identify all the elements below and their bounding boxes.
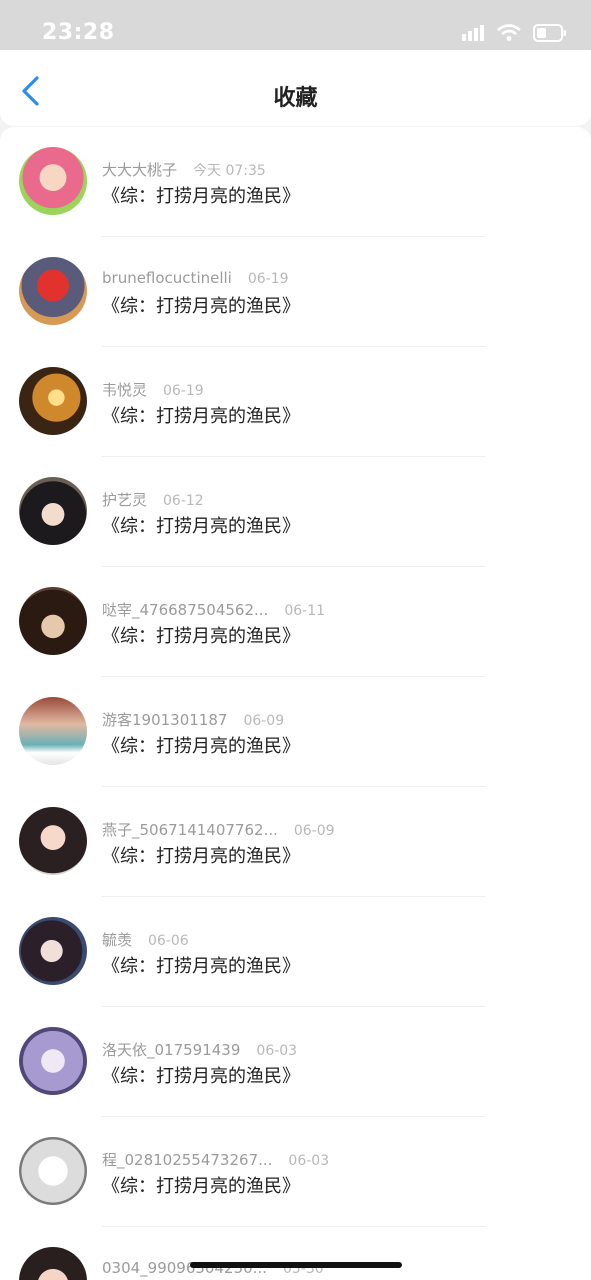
list-item[interactable]: 洛天依_017591439 06-03 《综：打捞月亮的渔民》 bbox=[0, 1007, 591, 1117]
username[interactable]: 程_02810255473267... bbox=[102, 1151, 272, 1169]
username[interactable]: 护艺灵 bbox=[102, 491, 147, 509]
avatar[interactable] bbox=[19, 1247, 87, 1280]
username[interactable]: 洛天依_017591439 bbox=[102, 1041, 240, 1059]
avatar[interactable] bbox=[19, 1137, 87, 1205]
timestamp: 06-09 bbox=[293, 823, 335, 839]
timestamp: 06-03 bbox=[288, 1153, 330, 1169]
avatar[interactable] bbox=[19, 147, 87, 215]
list-item[interactable]: 燕子_5067141407762... 06-09 《综：打捞月亮的渔民》 bbox=[0, 787, 591, 897]
home-indicator bbox=[190, 1262, 402, 1268]
status-time: 23:28 bbox=[42, 20, 115, 45]
status-bar: 23:28 bbox=[0, 0, 591, 50]
favorites-list: 大大大桃子 今天 07:35 《综：打捞月亮的渔民》 bruneflocuctin… bbox=[0, 127, 591, 1280]
list-item[interactable]: bruneflocuctinelli 06-19 《综：打捞月亮的渔民》 bbox=[0, 237, 591, 347]
username[interactable]: bruneflocuctinelli bbox=[102, 269, 232, 287]
timestamp: 06-03 bbox=[256, 1043, 298, 1059]
timestamp: 06-12 bbox=[163, 493, 204, 509]
book-title[interactable]: 《综：打捞月亮的渔民》 bbox=[102, 952, 300, 978]
status-icons bbox=[461, 24, 567, 42]
list-item[interactable]: 游客1901301187 06-09 《综：打捞月亮的渔民》 bbox=[0, 677, 591, 787]
avatar[interactable] bbox=[19, 587, 87, 655]
wifi-icon bbox=[497, 24, 521, 41]
book-title[interactable]: 《综：打捞月亮的渔民》 bbox=[102, 292, 300, 318]
timestamp: 06-09 bbox=[243, 713, 285, 729]
avatar[interactable] bbox=[19, 367, 87, 435]
username[interactable]: 韦悦灵 bbox=[102, 381, 147, 399]
avatar[interactable] bbox=[19, 697, 87, 765]
book-title[interactable]: 《综：打捞月亮的渔民》 bbox=[102, 842, 300, 868]
page-title: 收藏 bbox=[273, 86, 318, 111]
book-title[interactable]: 《综：打捞月亮的渔民》 bbox=[102, 622, 300, 648]
list-item[interactable]: 0304_99096504250... 05-30 bbox=[0, 1227, 591, 1280]
signal-icon bbox=[462, 25, 484, 41]
book-title[interactable]: 《综：打捞月亮的渔民》 bbox=[102, 402, 300, 428]
book-title[interactable]: 《综：打捞月亮的渔民》 bbox=[102, 1172, 300, 1198]
username[interactable]: 游客1901301187 bbox=[102, 711, 227, 729]
list-item[interactable]: 哒宰_476687504562... 06-11 《综：打捞月亮的渔民》 bbox=[0, 567, 591, 677]
avatar[interactable] bbox=[19, 807, 87, 875]
book-title[interactable]: 《综：打捞月亮的渔民》 bbox=[102, 512, 300, 538]
username[interactable]: 大大大桃子 bbox=[102, 161, 177, 179]
username[interactable]: 哒宰_476687504562... bbox=[102, 601, 268, 619]
list-item[interactable]: 韦悦灵 06-19 《综：打捞月亮的渔民》 bbox=[0, 347, 591, 457]
timestamp: 06-19 bbox=[247, 271, 289, 287]
battery-icon bbox=[533, 24, 566, 42]
list-item[interactable]: 毓羡 06-06 《综：打捞月亮的渔民》 bbox=[0, 897, 591, 1007]
avatar[interactable] bbox=[19, 917, 87, 985]
avatar[interactable] bbox=[19, 1027, 87, 1095]
book-title[interactable]: 《综：打捞月亮的渔民》 bbox=[102, 732, 300, 758]
timestamp: 06-19 bbox=[163, 383, 204, 399]
book-title[interactable]: 《综：打捞月亮的渔民》 bbox=[102, 1062, 300, 1088]
timestamp: 今天 07:35 bbox=[193, 163, 266, 179]
book-title[interactable]: 《综：打捞月亮的渔民》 bbox=[102, 182, 300, 208]
nav-header: 收藏 bbox=[0, 50, 591, 126]
timestamp: 06-11 bbox=[284, 603, 326, 619]
username[interactable]: 燕子_5067141407762... bbox=[102, 821, 278, 839]
timestamp: 06-06 bbox=[148, 933, 189, 949]
list-item[interactable]: 大大大桃子 今天 07:35 《综：打捞月亮的渔民》 bbox=[0, 127, 591, 237]
list-item[interactable]: 程_02810255473267... 06-03 《综：打捞月亮的渔民》 bbox=[0, 1117, 591, 1227]
list-item[interactable]: 护艺灵 06-12 《综：打捞月亮的渔民》 bbox=[0, 457, 591, 567]
avatar[interactable] bbox=[19, 477, 87, 545]
username[interactable]: 毓羡 bbox=[102, 931, 132, 949]
avatar[interactable] bbox=[19, 257, 87, 325]
